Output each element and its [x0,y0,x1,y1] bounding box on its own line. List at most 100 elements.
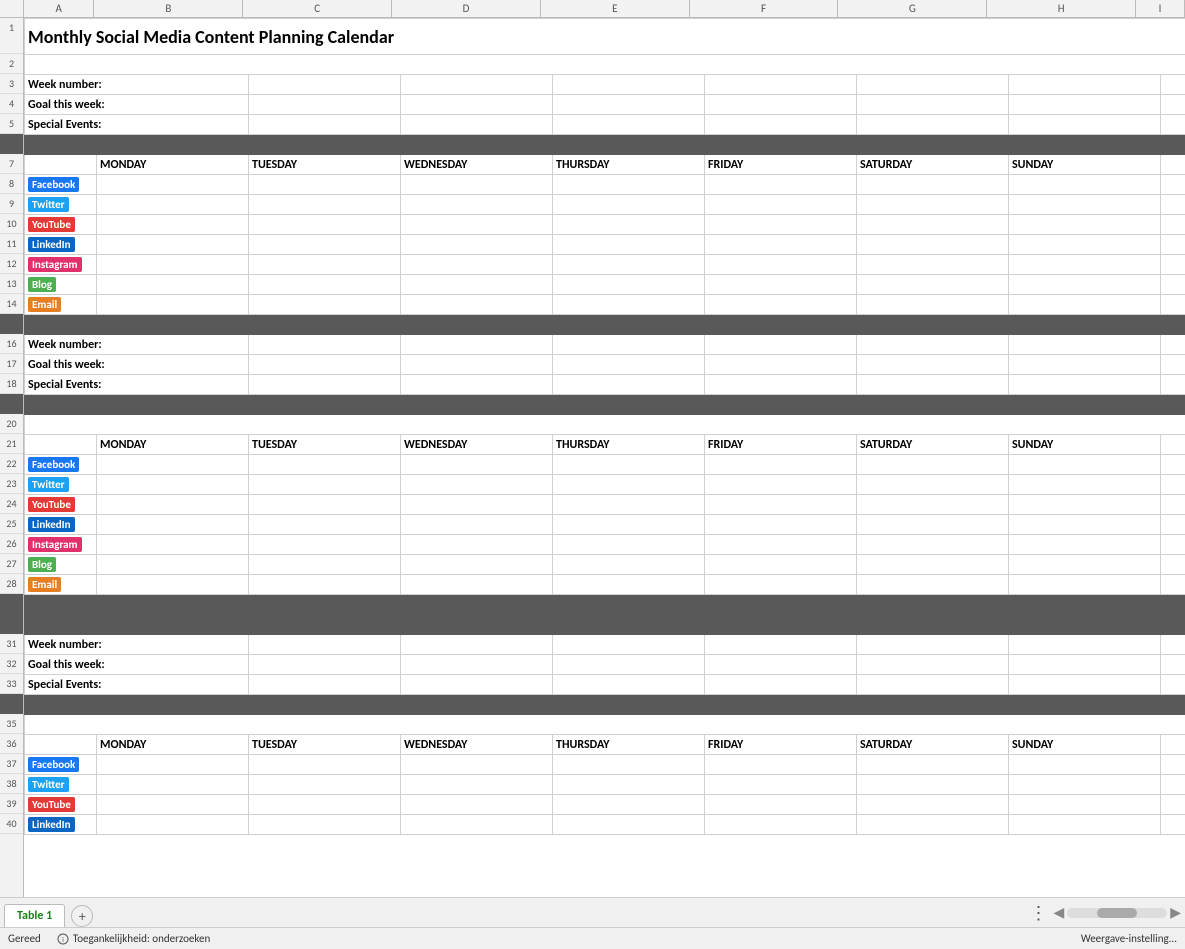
col-header-b: B [94,0,243,17]
view-settings[interactable]: Weergave-instelling... [1081,932,1177,945]
row-num-34: 34 [0,694,23,714]
row-num-40: 40 [0,814,23,834]
day-fri-3: FRIDAY [708,738,743,752]
youtube-label-3: YouTube [28,797,75,812]
title-row: Monthly Social Media Content Planning Ca… [25,19,1185,55]
instagram-label-2: Instagram [28,537,82,552]
youtube-label-2: YouTube [28,497,75,512]
day-mon-1: MONDAY [100,158,146,172]
row-32: Goal this week: [25,655,1185,675]
row-num-23: 23 [0,474,23,494]
row-24-youtube: YouTube [25,495,1185,515]
row-17: Goal this week: [25,355,1185,375]
table-1-tab[interactable]: Table 1 [4,904,65,927]
row-num-7: 7 [0,154,23,174]
row-num-33: 33 [0,674,23,694]
row-num-37: 37 [0,754,23,774]
row-30-spacer [25,615,1185,635]
goal-label-1: Goal this week: [28,98,105,112]
day-sat-2: SATURDAY [860,438,912,452]
col-header-a: A [24,0,94,17]
day-fri-1: FRIDAY [708,158,743,172]
add-sheet-button[interactable]: + [71,905,93,927]
row-num-29: 29 [0,594,23,614]
tab-bar: Table 1 + ⋮ ◀ ▶ [0,897,1185,927]
linkedin-label-1: LinkedIn [28,237,75,252]
twitter-label-3: Twitter [28,777,69,792]
week-number-label-3: Week number: [28,638,102,652]
row-34-section [25,695,1185,715]
row-21-days: MONDAY TUESDAY WEDNESDAY THURSDAY FRIDAY… [25,435,1185,455]
youtube-label-1: YouTube [28,217,75,232]
grid-area: Monthly Social Media Content Planning Ca… [24,18,1185,897]
row-23-twitter: Twitter [25,475,1185,495]
email-label-2: Email [28,577,61,592]
day-mon-3: MONDAY [100,738,146,752]
day-wed-3: WEDNESDAY [404,738,467,752]
row-num-4: 4 [0,94,23,114]
row-num-15: 15 [0,314,23,334]
row-num-31: 31 [0,634,23,654]
scroll-left-icon[interactable]: ◀ [1053,904,1064,921]
row-8-facebook: Facebook [25,175,1185,195]
spreadsheet-table: Monthly Social Media Content Planning Ca… [24,18,1185,835]
day-wed-1: WEDNESDAY [404,158,467,172]
row-num-12: 12 [0,254,23,274]
row-num-17: 17 [0,354,23,374]
instagram-label-1: Instagram [28,257,82,272]
scroll-right-icon[interactable]: ▶ [1170,904,1181,921]
row-num-26: 26 [0,534,23,554]
day-tue-3: TUESDAY [252,738,297,752]
col-header-f: F [690,0,839,17]
col-header-d: D [392,0,541,17]
day-tue-1: TUESDAY [252,158,297,172]
row-36-days: MONDAY TUESDAY WEDNESDAY THURSDAY FRIDAY… [25,735,1185,755]
row-num-18: 18 [0,374,23,394]
row-num-10: 10 [0,214,23,234]
row-13-blog: Blog [25,275,1185,295]
row-num-38: 38 [0,774,23,794]
spreadsheet-title: Monthly Social Media Content Planning Ca… [28,26,394,48]
blog-label-1: Blog [28,277,56,292]
row-3: Week number: [25,75,1185,95]
row-16: Week number: [25,335,1185,355]
day-fri-2: FRIDAY [708,438,743,452]
row-37-facebook: Facebook [25,755,1185,775]
corner-cell [0,0,24,17]
row-10-youtube: YouTube [25,215,1185,235]
col-header-e: E [541,0,690,17]
special-events-label-1: Special Events: [28,118,101,132]
row-19-section [25,395,1185,415]
row-num-20: 20 [0,414,23,434]
day-sat-3: SATURDAY [860,738,912,752]
row-num-8: 8 [0,174,23,194]
special-events-label-2: Special Events: [28,378,101,392]
blog-label-2: Blog [28,557,56,572]
horizontal-scrollbar[interactable] [1067,908,1167,918]
col-header-h: H [987,0,1136,17]
scroll-thumb [1097,908,1137,918]
accessibility-status: i Toegankelijkheid: onderzoeken [57,932,210,945]
row-num-35: 35 [0,714,23,734]
row-4: Goal this week: [25,95,1185,115]
day-sat-1: SATURDAY [860,158,912,172]
row-num-30: 30 [0,614,23,634]
status-bar: Gereed i Toegankelijkheid: onderzoeken W… [0,927,1185,949]
row-26-instagram: Instagram [25,535,1185,555]
row-12-instagram: Instagram [25,255,1185,275]
spreadsheet-body: 1 2 3 4 5 6 7 8 9 10 11 12 13 14 15 16 1… [0,18,1185,897]
row-2 [25,55,1185,75]
linkedin-label-2: LinkedIn [28,517,75,532]
day-thu-2: THURSDAY [556,438,609,452]
row-num-14: 14 [0,294,23,314]
facebook-label-2: Facebook [28,457,79,472]
col-header-i: I [1136,0,1185,17]
status-ready: Gereed [8,932,41,945]
app-container: A B C D E F G H I 1 2 3 4 5 6 7 8 9 [0,0,1185,949]
facebook-label-3: Facebook [28,757,79,772]
row-22-facebook: Facebook [25,455,1185,475]
sheet-options-icon[interactable]: ⋮ [1029,902,1047,924]
row-25-linkedin: LinkedIn [25,515,1185,535]
twitter-label-1: Twitter [28,197,69,212]
day-thu-1: THURSDAY [556,158,609,172]
